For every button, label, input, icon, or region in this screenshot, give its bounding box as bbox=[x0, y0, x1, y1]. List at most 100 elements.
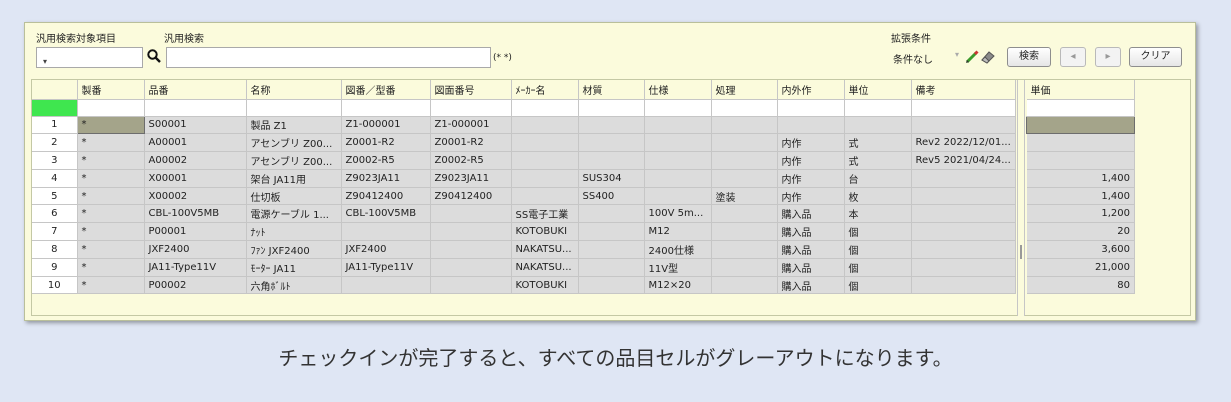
cell-item-number[interactable]: A00002 bbox=[144, 151, 247, 170]
cell-unit[interactable]: 個 bbox=[844, 240, 912, 259]
cell-drawing-number[interactable]: Z1-000001 bbox=[430, 116, 512, 135]
cell-maker-name[interactable]: KOTOBUKI bbox=[511, 222, 579, 242]
cell-remarks[interactable]: Rev5 2021/04/24... bbox=[911, 151, 1016, 170]
cell-seiban[interactable]: * bbox=[77, 240, 145, 259]
search-input[interactable] bbox=[166, 47, 491, 68]
cell-maker-name[interactable]: NAKATSU... bbox=[511, 240, 579, 259]
cell-drawing-number[interactable] bbox=[430, 240, 512, 259]
cell-inhouse-outsource[interactable]: 購入品 bbox=[777, 240, 845, 259]
cell-material[interactable] bbox=[578, 133, 645, 153]
cell-drawing-model-number[interactable]: Z0001-R2 bbox=[341, 133, 431, 153]
cell-material[interactable] bbox=[578, 204, 645, 224]
cell-drawing-number[interactable] bbox=[430, 204, 512, 224]
cell-seiban[interactable]: * bbox=[77, 258, 145, 277]
cell-inhouse-outsource[interactable]: 内作 bbox=[777, 187, 845, 206]
cell-item-name[interactable]: ﾓｰﾀｰ JA11 bbox=[246, 258, 342, 277]
cell-maker-name[interactable] bbox=[511, 133, 579, 153]
cell-item-name[interactable]: ﾅｯﾄ bbox=[246, 222, 342, 242]
cell-inhouse-outsource[interactable]: 内作 bbox=[777, 151, 845, 170]
column-header-remarks[interactable]: 備考 bbox=[911, 80, 1016, 100]
cell-process[interactable] bbox=[711, 240, 778, 259]
cell-inhouse-outsource[interactable]: 内作 bbox=[777, 169, 845, 188]
cell-item-number[interactable]: A00001 bbox=[144, 133, 247, 153]
cell-seiban[interactable]: * bbox=[76, 115, 145, 135]
cell-price[interactable]: 80 bbox=[1026, 276, 1135, 295]
cell-remarks[interactable] bbox=[911, 222, 1016, 242]
cell-process[interactable] bbox=[711, 151, 778, 170]
cell-item-name[interactable]: 電源ケーブル 1... bbox=[246, 204, 342, 224]
row-number[interactable]: 2 bbox=[32, 133, 78, 153]
table-row[interactable]: 1,200 bbox=[1026, 204, 1135, 224]
filter-cell-drawing-number[interactable] bbox=[430, 99, 512, 117]
filter-cell-unit[interactable] bbox=[844, 99, 912, 117]
cell-drawing-number[interactable]: Z9023JA11 bbox=[430, 169, 512, 188]
cell-material[interactable] bbox=[578, 276, 645, 295]
cell-remarks[interactable] bbox=[911, 204, 1016, 224]
cell-spec[interactable] bbox=[644, 116, 712, 135]
cell-seiban[interactable]: * bbox=[77, 204, 145, 224]
cell-drawing-number[interactable]: Z0002-R5 bbox=[430, 151, 512, 170]
cell-spec[interactable]: 2400仕様 bbox=[644, 240, 712, 259]
cell-maker-name[interactable] bbox=[511, 169, 579, 188]
cell-inhouse-outsource[interactable]: 購入品 bbox=[777, 222, 845, 242]
column-header-item-name[interactable]: 名称 bbox=[246, 80, 342, 100]
column-header-maker-name[interactable]: ﾒｰｶｰ名 bbox=[511, 80, 579, 100]
clear-button[interactable]: クリア bbox=[1129, 47, 1182, 67]
cell-unit[interactable]: 台 bbox=[844, 169, 912, 188]
column-header-spec[interactable]: 仕様 bbox=[644, 80, 712, 100]
cell-inhouse-outsource[interactable]: 購入品 bbox=[777, 204, 845, 224]
cell-item-number[interactable]: P00001 bbox=[144, 222, 247, 242]
cell-spec[interactable]: M12 bbox=[644, 222, 712, 242]
column-header-unit[interactable]: 単位 bbox=[844, 80, 912, 100]
table-row[interactable]: 1,400 bbox=[1026, 187, 1135, 206]
table-row[interactable]: 6 * CBL-100V5MB 電源ケーブル 1... CBL-100V5MB SS電子工… bbox=[32, 204, 1016, 224]
table-row[interactable]: 1,400 bbox=[1026, 169, 1135, 188]
table-row[interactable]: 21,000 bbox=[1026, 258, 1135, 277]
condition-select[interactable]: 条件なし ▾ bbox=[891, 48, 961, 67]
cell-remarks[interactable]: Rev2 2022/12/01... bbox=[911, 133, 1016, 153]
cell-item-name[interactable]: アセンブリ Z00... bbox=[246, 133, 342, 153]
cell-material[interactable] bbox=[578, 116, 645, 135]
cell-inhouse-outsource[interactable]: 内作 bbox=[777, 133, 845, 153]
cell-drawing-number[interactable] bbox=[430, 276, 512, 295]
cell-seiban[interactable]: * bbox=[77, 133, 145, 153]
cell-maker-name[interactable]: SS電子工業 bbox=[511, 204, 579, 224]
cell-item-number[interactable]: X00001 bbox=[144, 169, 247, 188]
cell-seiban[interactable]: * bbox=[77, 276, 145, 295]
cell-unit[interactable] bbox=[844, 116, 912, 135]
cell-item-name[interactable]: 六角ﾎﾞﾙﾄ bbox=[246, 276, 342, 295]
row-number[interactable]: 4 bbox=[32, 169, 78, 188]
cell-unit[interactable]: 枚 bbox=[844, 187, 912, 206]
cell-unit[interactable]: 個 bbox=[844, 222, 912, 242]
cell-unit[interactable]: 式 bbox=[844, 151, 912, 170]
filter-cell-item-name[interactable] bbox=[246, 99, 342, 117]
cell-material[interactable] bbox=[578, 240, 645, 259]
next-page-button[interactable]: ▸ bbox=[1095, 47, 1121, 67]
cell-inhouse-outsource[interactable] bbox=[777, 116, 845, 135]
table-row[interactable] bbox=[1026, 151, 1135, 170]
cell-price[interactable]: 3,600 bbox=[1026, 240, 1135, 259]
cell-maker-name[interactable] bbox=[511, 116, 579, 135]
cell-drawing-model-number[interactable]: Z90412400 bbox=[341, 187, 431, 206]
cell-spec[interactable] bbox=[644, 169, 712, 188]
cell-remarks[interactable] bbox=[911, 276, 1016, 295]
table-row[interactable]: 20 bbox=[1026, 222, 1135, 242]
cell-price[interactable] bbox=[1026, 151, 1135, 170]
cell-price[interactable]: 1,400 bbox=[1026, 187, 1135, 206]
cell-material[interactable] bbox=[578, 258, 645, 277]
filter-cell-drawing-model-number[interactable] bbox=[341, 99, 431, 117]
table-row[interactable]: 5 * X00002 仕切板 Z90412400 Z90412400 SS400 塗装 内作枚 bbox=[32, 187, 1016, 206]
cell-seiban[interactable]: * bbox=[77, 187, 145, 206]
filter-cell-item-number[interactable] bbox=[144, 99, 247, 117]
cell-item-number[interactable]: P00002 bbox=[144, 276, 247, 295]
column-header-material[interactable]: 材質 bbox=[578, 80, 645, 100]
table-row[interactable] bbox=[1026, 133, 1135, 153]
table-row[interactable]: 2 * A00001 アセンブリ Z00... Z0001-R2 Z0001-R2 内作式 R… bbox=[32, 133, 1016, 153]
cell-material[interactable]: SUS304 bbox=[578, 169, 645, 188]
table-row[interactable]: 10 * P00002 六角ﾎﾞﾙﾄ KOTOBUKI M12×20 購入品個 bbox=[32, 276, 1016, 295]
cell-maker-name[interactable] bbox=[511, 151, 579, 170]
filter-cell-maker-name[interactable] bbox=[511, 99, 579, 117]
cell-item-name[interactable]: 架台 JA11用 bbox=[246, 169, 342, 188]
cell-maker-name[interactable]: NAKATSU... bbox=[511, 258, 579, 277]
cell-price[interactable]: 20 bbox=[1026, 222, 1135, 242]
